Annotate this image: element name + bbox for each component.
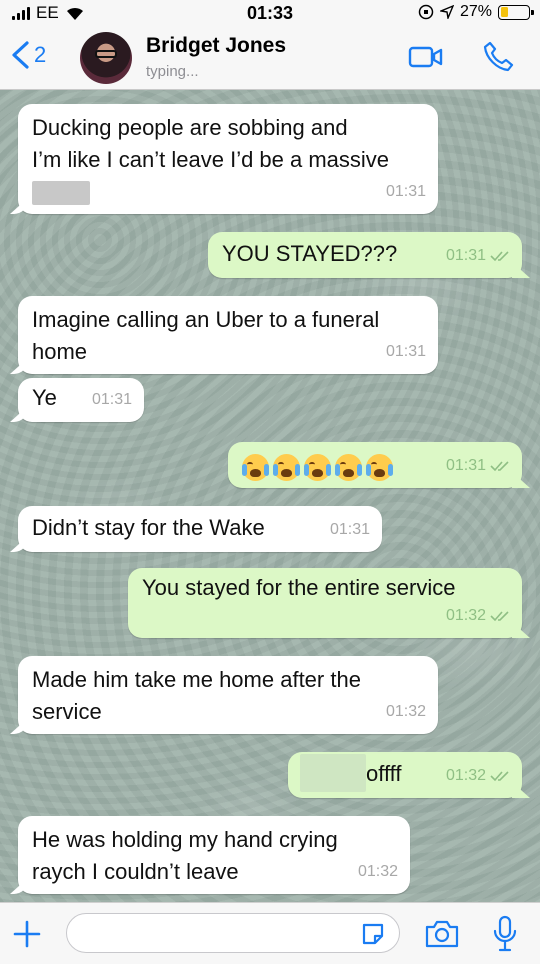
sticker-icon[interactable] (360, 921, 386, 947)
message-text: YOU STAYED??? (222, 241, 398, 266)
message-bubble-incoming[interactable]: Made him take me home after the service … (18, 656, 438, 734)
avatar-glasses (95, 50, 117, 58)
phone-call-icon[interactable] (482, 40, 514, 72)
message-bubble-outgoing[interactable]: You stayed for the entire service 01:32 (128, 568, 522, 638)
input-bar (0, 902, 540, 964)
location-icon (439, 5, 454, 19)
message-text: Made him take me home after the service (32, 667, 361, 724)
crying-face-emoji-icon (366, 453, 393, 481)
message-time: 01:32 (385, 703, 426, 720)
status-right: 27% (418, 3, 534, 21)
redacted-word (300, 754, 366, 793)
unread-count: 2 (34, 42, 47, 67)
video-call-icon[interactable] (408, 44, 444, 70)
message-time: 01:32 (446, 760, 510, 792)
double-check-icon (490, 251, 509, 262)
orientation-lock-icon (418, 4, 434, 20)
message-text: Ye (32, 385, 57, 410)
double-check-icon (490, 771, 509, 782)
message-bubble-incoming[interactable]: Ducking people are sobbing and I’m like … (18, 104, 438, 214)
avatar[interactable] (80, 32, 132, 84)
message-input[interactable] (66, 913, 400, 953)
redacted-word (32, 181, 90, 206)
message-bubble-incoming[interactable]: Ye 01:31 (18, 378, 144, 422)
message-bubble-incoming[interactable]: He was holding my hand crying raych I co… (18, 816, 410, 894)
message-time: 01:31 (329, 521, 370, 538)
message-bubble-outgoing[interactable]: offff 01:32 (288, 752, 522, 798)
message-time: 01:31 (385, 183, 426, 200)
message-time: 01:31 (91, 391, 132, 408)
crying-face-emoji-icon (273, 453, 300, 481)
contact-status: typing... (146, 63, 199, 80)
message-time: 01:31 (446, 450, 510, 482)
emoji-row (242, 453, 397, 481)
chat-area[interactable]: Ducking people are sobbing and I’m like … (0, 90, 540, 902)
battery-percent: 27% (459, 3, 492, 20)
message-text: He was holding my hand crying raych I co… (32, 827, 338, 884)
message-time: 01:31 (385, 343, 426, 360)
double-check-icon (490, 461, 509, 472)
crying-face-emoji-icon (335, 453, 362, 481)
message-time: 01:32 (446, 600, 510, 632)
crying-face-emoji-icon (304, 453, 331, 481)
microphone-icon[interactable] (492, 915, 518, 953)
battery-icon (498, 4, 534, 20)
message-bubble-incoming[interactable]: Imagine calling an Uber to a funeral hom… (18, 296, 438, 374)
double-check-icon (490, 611, 509, 622)
camera-icon[interactable] (424, 919, 460, 949)
crying-face-emoji-icon (242, 453, 269, 481)
message-text: Ducking people are sobbing and I’m like … (32, 112, 424, 208)
plus-icon[interactable] (12, 919, 42, 949)
message-time: 01:31 (446, 240, 510, 272)
message-text: Imagine calling an Uber to a funeral hom… (32, 307, 380, 364)
back-button[interactable]: 2 (8, 40, 46, 70)
message-bubble-outgoing[interactable]: 01:31 (228, 442, 522, 488)
message-bubble-incoming[interactable]: Didn’t stay for the Wake 01:31 (18, 506, 382, 552)
chat-header: 2 Bridget Jones typing... (0, 26, 540, 90)
message-text: Didn’t stay for the Wake (32, 515, 265, 540)
chevron-left-icon (12, 41, 29, 69)
contact-name[interactable]: Bridget Jones (146, 34, 286, 58)
status-bar: EE 01:33 27% (0, 0, 540, 26)
message-bubble-outgoing[interactable]: YOU STAYED??? 01:31 (208, 232, 522, 278)
message-time: 01:32 (357, 863, 398, 880)
